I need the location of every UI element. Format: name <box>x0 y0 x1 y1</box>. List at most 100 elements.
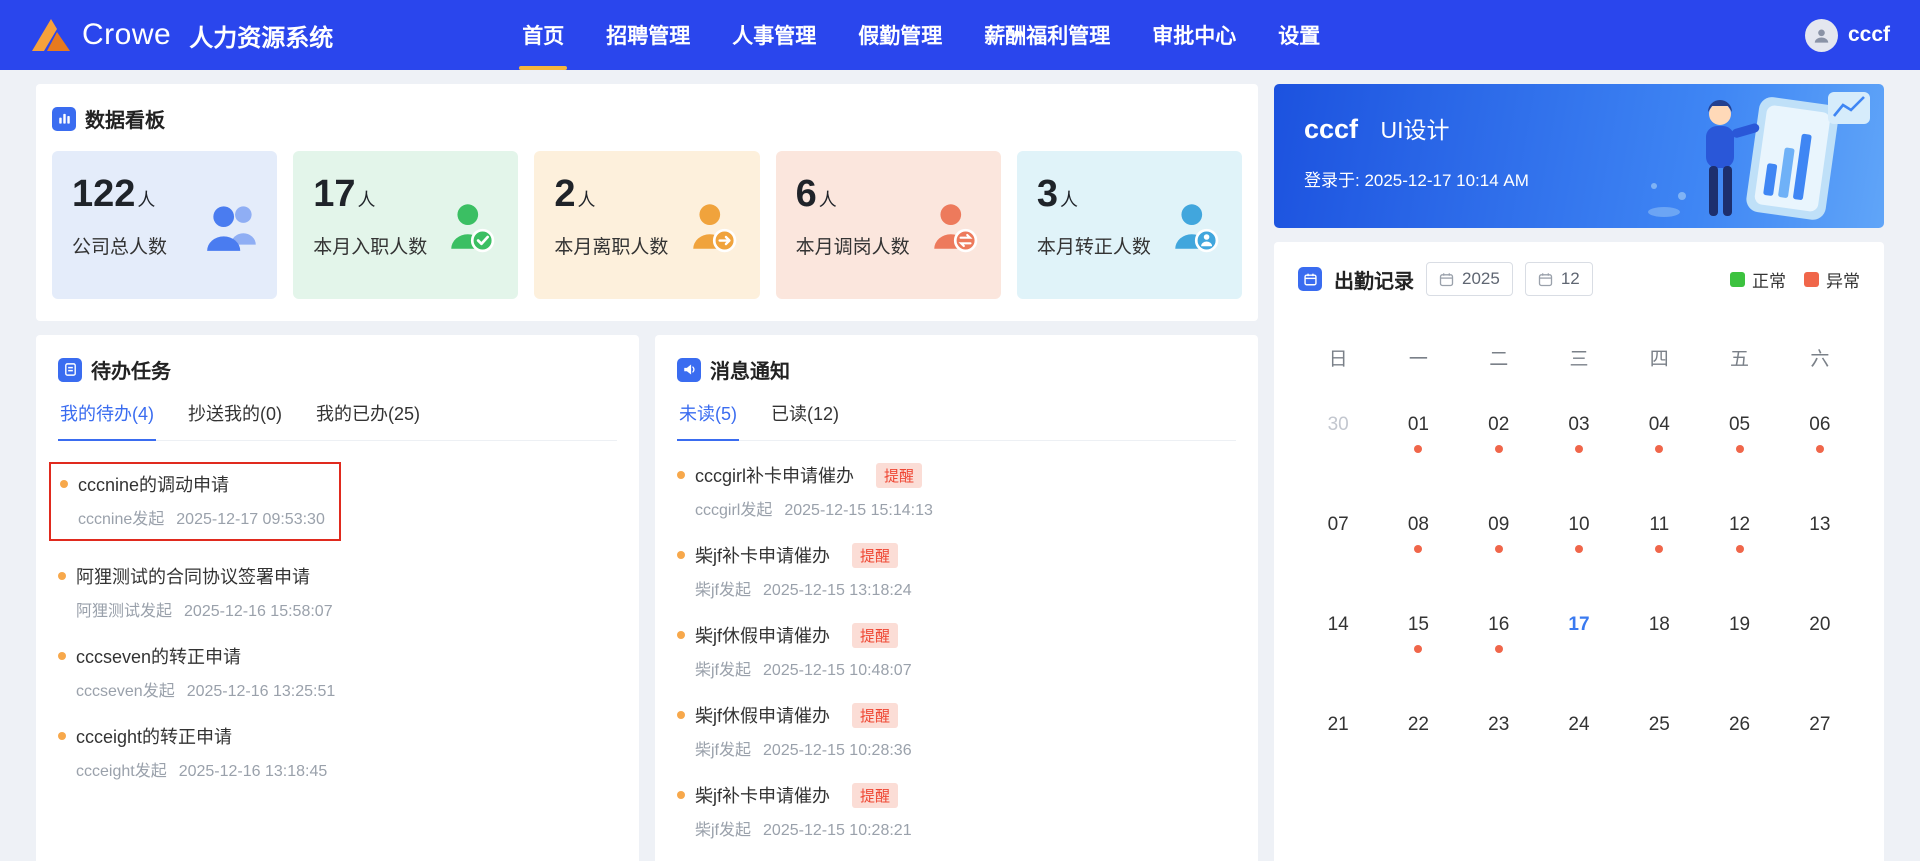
todo-item[interactable]: cccnine的调动申请 cccnine发起 2025-12-17 09:53:30 <box>49 451 617 552</box>
todo-item[interactable]: cccseven的转正申请 cccseven发起 2025-12-16 13:25:… <box>58 632 617 712</box>
nav-item-2[interactable]: 招聘管理 <box>585 0 711 70</box>
remind-badge: 提醒 <box>852 622 899 648</box>
messages-tab-1[interactable]: 未读(5) <box>677 400 739 441</box>
attendance-dot <box>1414 645 1423 653</box>
calendar-day[interactable]: 10 <box>1539 490 1619 590</box>
month-select[interactable]: 12 <box>1524 262 1593 296</box>
weekday-header: 五 <box>1730 348 1750 370</box>
weekday-header: 四 <box>1649 348 1669 370</box>
day-number: 11 <box>1649 514 1670 535</box>
message-item-meta: 柴jf发起 2025-12-15 10:28:36 <box>695 742 912 759</box>
message-item[interactable]: cccgirl补卡申请催办 提醒 cccgirl发起 2025-12-15 15:14… <box>677 451 1236 531</box>
day-number: 22 <box>1407 714 1429 735</box>
calendar-day[interactable]: 14 <box>1298 590 1378 690</box>
calendar-day[interactable]: 07 <box>1298 490 1378 590</box>
user-menu[interactable]: cccf <box>1804 18 1890 52</box>
user-out-icon <box>686 201 746 258</box>
bullet-dot <box>677 471 685 479</box>
todo-item[interactable]: ccceight的转正申请 ccceight发起 2025-12-16 13:18:… <box>58 712 617 792</box>
calendar-day[interactable]: 16 <box>1459 590 1539 690</box>
message-item-meta: cccgirl发起 2025-12-15 15:14:13 <box>695 502 933 519</box>
message-item-title: 柴jf补卡申请催办 <box>695 546 830 566</box>
stat-card[interactable]: 2 人本月离职人数 <box>534 151 760 299</box>
calendar-day[interactable]: 09 <box>1459 490 1539 590</box>
day-number: 30 <box>1327 414 1349 435</box>
day-number: 03 <box>1568 414 1590 435</box>
nav-item-1[interactable]: 首页 <box>501 0 585 70</box>
stat-card[interactable]: 122 人公司总人数 <box>52 151 278 299</box>
message-item[interactable]: 柴jf休假申请催办 提醒 柴jf发起 2025-12-15 10:48:07 <box>677 611 1236 691</box>
calendar-day[interactable]: 23 <box>1459 690 1539 790</box>
stat-unit: 人 <box>818 190 837 210</box>
calendar-day[interactable]: 26 <box>1699 690 1779 790</box>
calendar-day[interactable]: 01 <box>1378 390 1458 490</box>
stat-card[interactable]: 3 人本月转正人数 <box>1016 151 1243 299</box>
calendar-day[interactable]: 03 <box>1539 390 1619 490</box>
nav-item-6[interactable]: 审批中心 <box>1131 0 1257 70</box>
users-icon <box>203 201 263 258</box>
todo-tab-1[interactable]: 我的待办(4) <box>58 400 156 441</box>
attendance-calendar: 日 一 二 三 四 五 六 30 01 02 03 04 05 06 07 08 09 10 11 12 13 14 15 1… <box>1298 324 1860 790</box>
todo-tab-2[interactable]: 抄送我的(0) <box>186 400 284 440</box>
bullet-dot <box>677 551 685 559</box>
remind-badge: 提醒 <box>852 782 899 808</box>
legend-item: 正常 <box>1730 267 1786 292</box>
calendar-day[interactable]: 24 <box>1539 690 1619 790</box>
calendar-day[interactable]: 17 <box>1539 590 1619 690</box>
calendar-day[interactable]: 02 <box>1459 390 1539 490</box>
calendar-day[interactable]: 22 <box>1378 690 1458 790</box>
attendance-dot <box>1414 545 1423 553</box>
todo-item-title: 阿狸测试的合同协议签署申请 <box>76 567 310 587</box>
calendar-day[interactable]: 30 <box>1298 390 1378 490</box>
calendar-day[interactable]: 25 <box>1619 690 1699 790</box>
attendance-dot <box>1494 645 1503 653</box>
todo-item-content: 阿狸测试的合同协议签署申请 阿狸测试发起 2025-12-16 15:58:07 <box>58 563 617 621</box>
calendar-day[interactable]: 20 <box>1780 590 1860 690</box>
day-number: 05 <box>1728 414 1751 435</box>
message-item[interactable]: 柴jf补卡申请催办 提醒 柴jf发起 2025-12-15 13:18:24 <box>677 531 1236 611</box>
day-number: 17 <box>1568 614 1590 635</box>
nav-item-7[interactable]: 设置 <box>1257 0 1341 70</box>
calendar-day[interactable]: 27 <box>1780 690 1860 790</box>
calendar-day[interactable]: 05 <box>1699 390 1779 490</box>
todo-tab-3[interactable]: 我的已办(25) <box>314 400 422 440</box>
message-list: cccgirl补卡申请催办 提醒 cccgirl发起 2025-12-15 15:14… <box>677 451 1236 851</box>
calendar-day[interactable]: 11 <box>1619 490 1699 590</box>
calendar-day[interactable]: 12 <box>1699 490 1779 590</box>
month-value: 12 <box>1560 269 1580 288</box>
day-number: 21 <box>1327 714 1349 735</box>
dashboard-panel: 数据看板 122 人公司总人数 17 人本月入职人数 2 人本月离职人数 6 人本月调岗… <box>36 84 1258 321</box>
stat-card[interactable]: 17 人本月入职人数 <box>293 151 519 299</box>
todo-item[interactable]: 阿狸测试的合同协议签署申请 阿狸测试发起 2025-12-16 15:58:07 <box>58 552 617 632</box>
attendance-dot <box>1735 445 1744 453</box>
bullet-dot <box>677 631 685 639</box>
profile-name: cccf <box>1304 114 1359 144</box>
avatar-icon <box>1804 18 1838 52</box>
calendar-day[interactable]: 06 <box>1780 390 1860 490</box>
stat-card[interactable]: 6 人本月调岗人数 <box>775 151 1001 299</box>
nav-item-5[interactable]: 薪酬福利管理 <box>963 0 1131 70</box>
year-select[interactable]: 2025 <box>1426 262 1513 296</box>
message-tabs: 未读(5) 已读(12) <box>677 400 1236 441</box>
message-item[interactable]: 柴jf补卡申请催办 提醒 柴jf发起 2025-12-15 10:28:21 <box>677 771 1236 851</box>
calendar-day[interactable]: 21 <box>1298 690 1378 790</box>
calendar-day[interactable]: 19 <box>1699 590 1779 690</box>
calendar-day[interactable]: 13 <box>1780 490 1860 590</box>
day-number: 27 <box>1809 714 1831 735</box>
attendance-dot <box>1815 445 1824 453</box>
banner-illustration <box>1648 92 1870 220</box>
day-number: 12 <box>1728 514 1751 535</box>
nav-item-4[interactable]: 假勤管理 <box>837 0 963 70</box>
day-number: 08 <box>1407 514 1429 535</box>
calendar-day[interactable]: 08 <box>1378 490 1458 590</box>
page-body: 数据看板 122 人公司总人数 17 人本月入职人数 2 人本月离职人数 6 人本月调岗… <box>0 70 1920 861</box>
crowe-logo-icon <box>32 19 70 51</box>
message-item-meta: 柴jf发起 2025-12-15 10:48:07 <box>695 662 912 679</box>
calendar-day[interactable]: 15 <box>1378 590 1458 690</box>
nav-item-3[interactable]: 人事管理 <box>711 0 837 70</box>
messages-tab-2[interactable]: 已读(12) <box>769 400 841 440</box>
calendar-day[interactable]: 04 <box>1619 390 1699 490</box>
day-number: 19 <box>1728 614 1751 635</box>
calendar-day[interactable]: 18 <box>1619 590 1699 690</box>
message-item[interactable]: 柴jf休假申请催办 提醒 柴jf发起 2025-12-15 10:28:36 <box>677 691 1236 771</box>
